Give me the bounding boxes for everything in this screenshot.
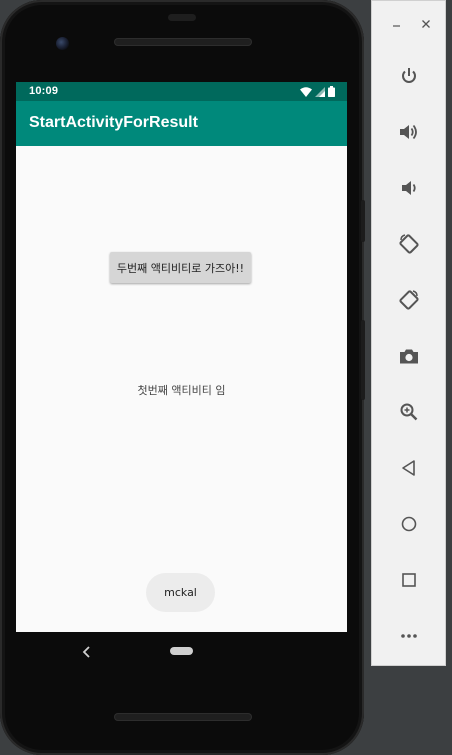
wifi-icon [300,82,312,101]
volume-down-icon [402,181,416,195]
status-icons [300,85,335,97]
home-icon [401,516,417,532]
back-icon [402,460,415,476]
close-icon[interactable] [419,18,433,33]
status-bar: 10:09 [16,82,347,101]
rotate-right-button[interactable] [394,285,424,315]
window-controls [372,19,447,35]
back-icon[interactable] [82,644,92,663]
toast-text: mckal [164,586,197,599]
more-button[interactable] [394,621,424,651]
volume-rocker [361,200,365,242]
app-bar: StartActivityForResult [16,101,347,146]
front-camera [56,37,69,50]
overview-button[interactable] [394,565,424,595]
power-side-button [361,320,365,400]
zoom-button[interactable] [394,397,424,427]
rotate-right-icon [399,290,419,310]
toast-message: mckal [146,573,215,612]
emulator-toolbar [371,0,446,666]
screenshot-icon [400,349,418,364]
status-time: 10:09 [29,85,59,97]
bottom-speaker-grille [114,713,252,721]
screenshot-button[interactable] [394,341,424,371]
back-button[interactable] [394,453,424,483]
battery-icon [328,82,335,101]
overview-icon [402,573,416,587]
home-pill-icon[interactable] [170,647,193,655]
go-second-activity-button[interactable]: 두번째 액티비티로 가즈아!! [110,252,251,283]
device-screen: 10:09 StartActivityForResult 두번째 액티비티로 가… [16,82,347,632]
power-button[interactable] [394,61,424,91]
first-activity-label: 첫번째 액티비티 임 [137,384,226,397]
more-icon [401,634,417,638]
rotate-left-button[interactable] [394,229,424,259]
device-frame: 10:09 StartActivityForResult 두번째 액티비티로 가… [0,0,365,755]
app-title: StartActivityForResult [29,114,198,131]
power-icon [402,68,416,83]
zoom-icon [400,403,418,421]
volume-down-button[interactable] [394,173,424,203]
rotate-left-icon [399,234,419,254]
navigation-bar [16,632,347,670]
volume-up-button[interactable] [394,117,424,147]
volume-up-icon [400,124,417,140]
minimize-icon[interactable] [389,19,403,33]
home-button[interactable] [394,509,424,539]
top-speaker-grille [114,38,252,46]
cell-signal-icon [315,82,325,101]
earpiece [168,14,196,21]
